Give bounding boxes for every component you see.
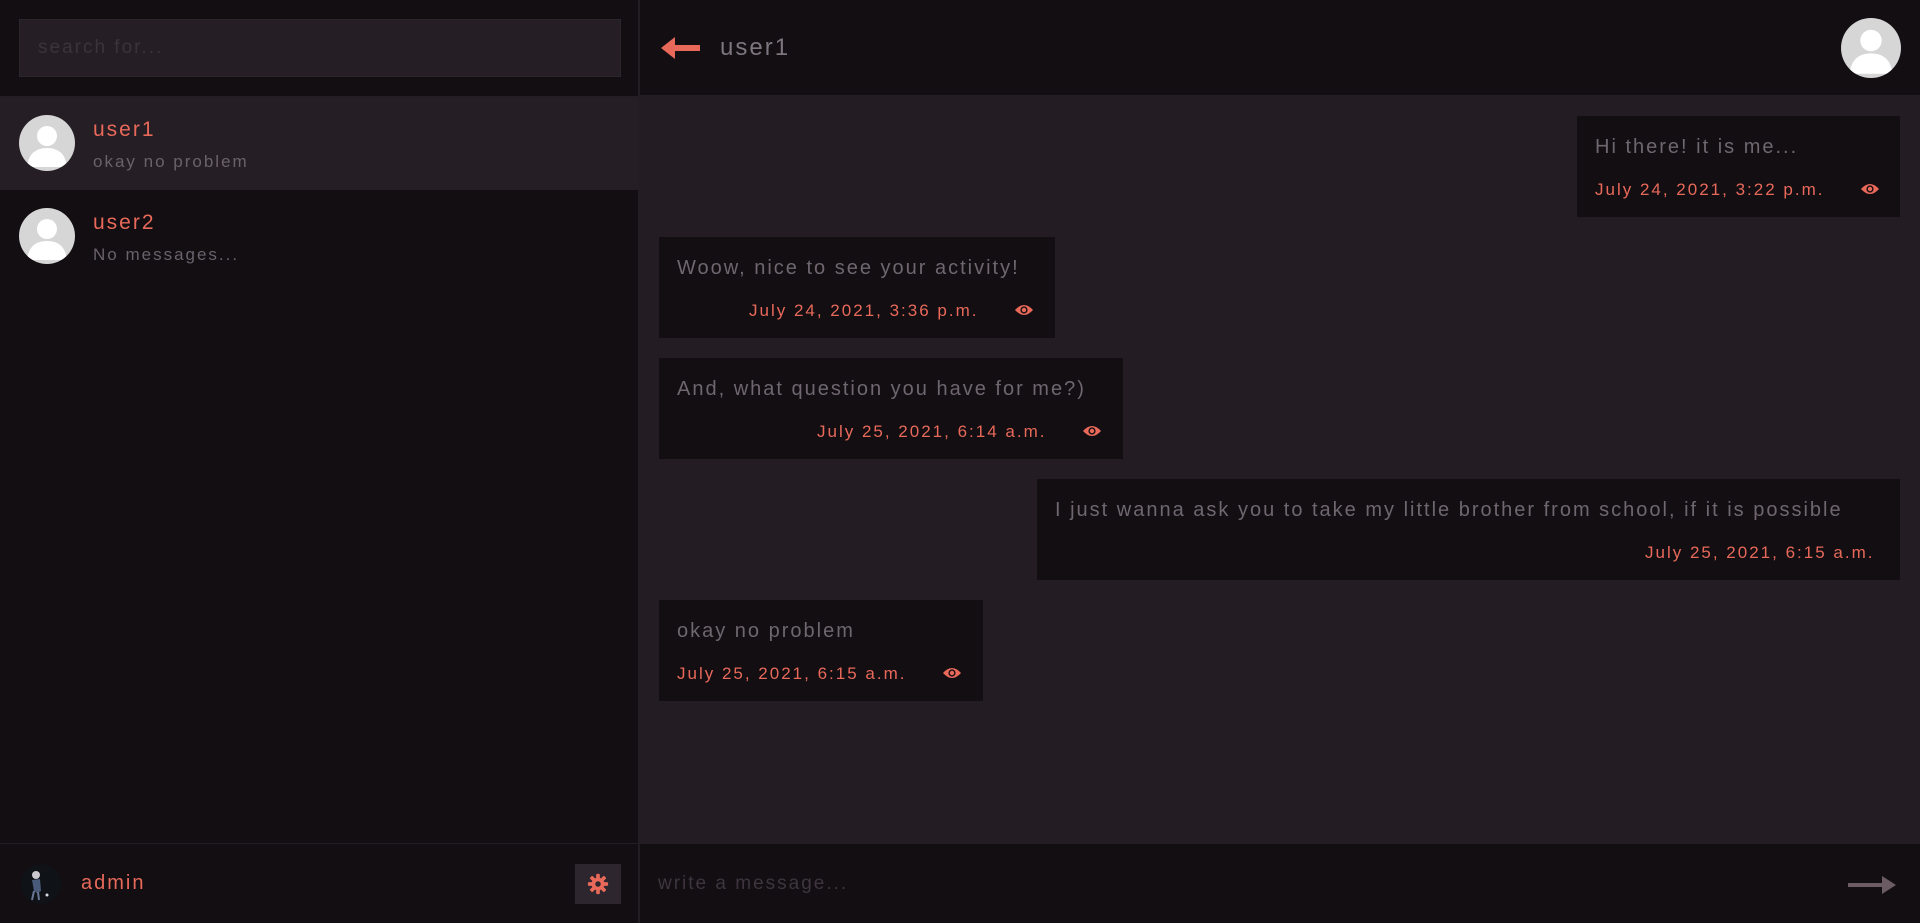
message-timestamp: July 25, 2021, 6:15 a.m. xyxy=(1645,543,1875,562)
avatar xyxy=(19,115,75,171)
send-button[interactable] xyxy=(1846,874,1898,896)
contact-last-message: No messages... xyxy=(93,245,240,264)
contact-name: user2 xyxy=(93,211,156,234)
sidebar: user1 okay no problem user2 No messages.… xyxy=(0,0,639,923)
eye-icon xyxy=(1083,426,1101,436)
message-text: I just wanna ask you to take my little b… xyxy=(1055,499,1843,521)
gear-icon xyxy=(587,873,609,895)
contact-name: user1 xyxy=(93,118,156,141)
message-bubble-outgoing: Hi there! it is me... July 24, 2021, 3:2… xyxy=(1577,116,1900,217)
chat-partner-avatar[interactable] xyxy=(1841,18,1901,78)
search-input[interactable] xyxy=(20,20,620,76)
back-button[interactable] xyxy=(659,34,703,62)
arrow-right-icon xyxy=(1848,876,1896,894)
message-timestamp: July 25, 2021, 6:14 a.m. xyxy=(817,422,1047,441)
user-silhouette-icon xyxy=(27,219,67,260)
current-user-name: admin xyxy=(81,872,146,894)
message-text: And, what question you have for me?) xyxy=(677,378,1086,400)
message-text: Woow, nice to see your activity! xyxy=(677,257,1020,279)
message-bubble-outgoing: I just wanna ask you to take my little b… xyxy=(1037,479,1900,580)
message-bubble-incoming: okay no problem July 25, 2021, 6:15 a.m. xyxy=(659,600,983,701)
message-timestamp: July 24, 2021, 3:36 p.m. xyxy=(749,301,979,320)
message-input[interactable] xyxy=(658,864,1808,904)
settings-button[interactable] xyxy=(575,864,621,904)
arrow-left-icon xyxy=(661,37,700,59)
chat-title: user1 xyxy=(720,34,791,61)
user-silhouette-icon xyxy=(27,126,67,167)
eye-icon xyxy=(943,668,961,678)
admin-avatar[interactable] xyxy=(21,864,61,904)
eye-icon xyxy=(1861,184,1879,194)
sidebar-footer: admin xyxy=(0,843,639,923)
contact-last-message: okay no problem xyxy=(93,152,249,171)
profile-photo xyxy=(21,864,61,904)
message-bubble-incoming: And, what question you have for me?) Jul… xyxy=(659,358,1123,459)
user-silhouette-icon xyxy=(1849,29,1893,74)
search-box xyxy=(19,19,621,77)
message-timestamp: July 25, 2021, 6:15 a.m. xyxy=(677,664,907,683)
contact-item-user2[interactable]: user2 No messages... xyxy=(0,190,639,283)
message-bubble-incoming: Woow, nice to see your activity! July 24… xyxy=(659,237,1055,338)
message-text: Hi there! it is me... xyxy=(1595,136,1799,158)
message-list: Hi there! it is me... July 24, 2021, 3:2… xyxy=(640,96,1920,843)
chat-app: user1 okay no problem user2 No messages.… xyxy=(0,0,1920,923)
eye-icon xyxy=(1015,305,1033,315)
message-timestamp: July 24, 2021, 3:22 p.m. xyxy=(1595,180,1825,199)
avatar xyxy=(19,208,75,264)
chat-header: user1 xyxy=(640,0,1920,96)
message-composer xyxy=(640,843,1920,923)
contact-item-user1[interactable]: user1 okay no problem xyxy=(0,97,639,190)
message-text: okay no problem xyxy=(677,620,855,642)
